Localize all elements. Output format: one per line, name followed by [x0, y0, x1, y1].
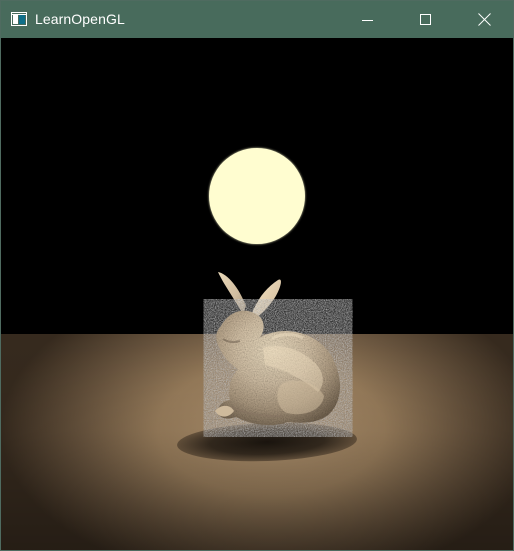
window-title: LearnOpenGL	[35, 11, 125, 27]
minimize-icon	[362, 19, 373, 21]
maximize-icon	[420, 13, 431, 25]
minimize-button[interactable]	[339, 1, 397, 38]
window-titlebar[interactable]: LearnOpenGL	[1, 1, 513, 38]
stanford-bunny-model	[215, 272, 341, 426]
window-app-icon	[11, 12, 27, 26]
learnopengl-window: LearnOpenGL	[0, 0, 514, 551]
maximize-button[interactable]	[397, 1, 455, 38]
close-icon	[477, 13, 491, 26]
opengl-render-viewport[interactable]	[1, 38, 513, 550]
close-button[interactable]	[455, 1, 513, 38]
light-sphere	[209, 148, 305, 244]
